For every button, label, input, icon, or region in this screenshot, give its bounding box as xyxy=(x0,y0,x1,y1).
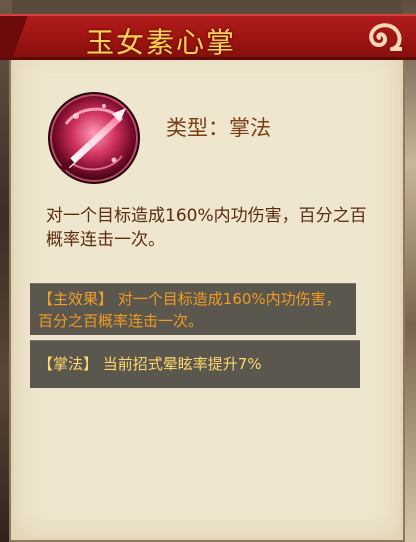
skill-type-label: 类型：掌法 xyxy=(166,116,271,140)
style-effect-box: 【掌法】 当前招式晕眩率提升7% xyxy=(30,340,360,388)
style-effect-tag: 【掌法】 xyxy=(38,355,99,373)
skill-name-title: 玉女素心掌 xyxy=(86,26,237,59)
cloud-swirl-icon xyxy=(369,23,402,51)
skill-description: 对一个目标造成160%内功伤害，百分之百概率连击一次。 xyxy=(46,206,367,250)
title-bar: 玉女素心掌 xyxy=(0,14,416,60)
main-effect-box: 【主效果】 对一个目标造成160%内功伤害，百分之百概率连击一次。 xyxy=(30,283,356,335)
main-effect-tag: 【主效果】 xyxy=(38,290,114,308)
pink-sword-orb-icon xyxy=(48,92,140,184)
style-effect-text: 当前招式晕眩率提升7% xyxy=(102,355,262,373)
title-bar-left-tip xyxy=(0,16,29,57)
